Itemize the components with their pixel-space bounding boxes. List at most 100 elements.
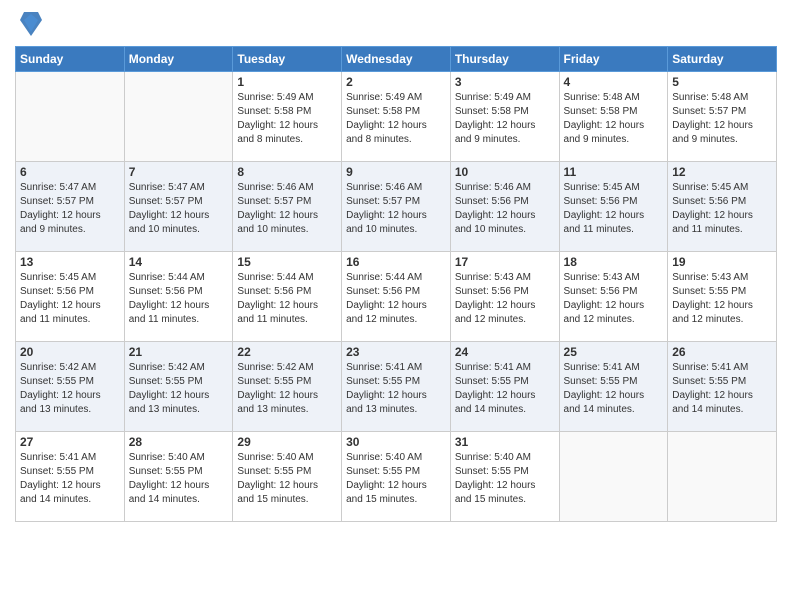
day-number: 20 <box>20 345 120 359</box>
day-info: Sunrise: 5:40 AMSunset: 5:55 PMDaylight:… <box>346 451 446 507</box>
day-number: 18 <box>564 255 664 269</box>
day-info: Sunrise: 5:44 AMSunset: 5:56 PMDaylight:… <box>346 271 446 327</box>
day-info: Sunrise: 5:41 AMSunset: 5:55 PMDaylight:… <box>672 361 772 417</box>
calendar-cell: 31Sunrise: 5:40 AMSunset: 5:55 PMDayligh… <box>450 432 559 522</box>
header-saturday: Saturday <box>668 47 777 72</box>
day-info: Sunrise: 5:41 AMSunset: 5:55 PMDaylight:… <box>455 361 555 417</box>
day-number: 30 <box>346 435 446 449</box>
day-number: 17 <box>455 255 555 269</box>
week-row-4: 20 Sunrise: 5:42 AMSunset: 5:55 PMDayligh… <box>16 342 777 432</box>
day-number: 3 <box>455 75 555 89</box>
calendar-cell: 22Sunrise: 5:42 AMSunset: 5:55 PMDayligh… <box>233 342 342 432</box>
calendar-cell: 26 Sunrise: 5:41 AMSunset: 5:55 PMDayligh… <box>668 342 777 432</box>
day-number: 31 <box>455 435 555 449</box>
day-info: Sunrise: 5:44 AMSunset: 5:56 PMDaylight:… <box>129 271 229 327</box>
day-number: 29 <box>237 435 337 449</box>
calendar-cell <box>668 432 777 522</box>
calendar-cell: 6 Sunrise: 5:47 AMSunset: 5:57 PMDaylight… <box>16 162 125 252</box>
day-number: 22 <box>237 345 337 359</box>
day-info: Sunrise: 5:49 AMSunset: 5:58 PMDaylight:… <box>346 91 446 147</box>
day-number: 14 <box>129 255 229 269</box>
day-number: 5 <box>672 75 772 89</box>
calendar-cell: 14 Sunrise: 5:44 AMSunset: 5:56 PMDayligh… <box>124 252 233 342</box>
calendar-cell: 16 Sunrise: 5:44 AMSunset: 5:56 PMDayligh… <box>342 252 451 342</box>
day-number: 12 <box>672 165 772 179</box>
calendar-cell: 11 Sunrise: 5:45 AMSunset: 5:56 PMDayligh… <box>559 162 668 252</box>
day-number: 6 <box>20 165 120 179</box>
calendar-cell: 1Sunrise: 5:49 AMSunset: 5:58 PMDaylight… <box>233 72 342 162</box>
day-info: Sunrise: 5:47 AMSunset: 5:57 PMDaylight:… <box>129 181 229 237</box>
day-number: 24 <box>455 345 555 359</box>
calendar-cell: 27 Sunrise: 5:41 AMSunset: 5:55 PMDayligh… <box>16 432 125 522</box>
day-info: Sunrise: 5:46 AMSunset: 5:56 PMDaylight:… <box>455 181 555 237</box>
day-info: Sunrise: 5:48 AMSunset: 5:58 PMDaylight:… <box>564 91 664 147</box>
day-info: Sunrise: 5:41 AMSunset: 5:55 PMDaylight:… <box>20 451 120 507</box>
day-number: 7 <box>129 165 229 179</box>
day-info: Sunrise: 5:43 AMSunset: 5:56 PMDaylight:… <box>455 271 555 327</box>
day-number: 9 <box>346 165 446 179</box>
calendar-cell: 18Sunrise: 5:43 AMSunset: 5:56 PMDayligh… <box>559 252 668 342</box>
day-number: 21 <box>129 345 229 359</box>
day-info: Sunrise: 5:46 AMSunset: 5:57 PMDaylight:… <box>346 181 446 237</box>
day-info: Sunrise: 5:46 AMSunset: 5:57 PMDaylight:… <box>237 181 337 237</box>
calendar-cell: 20 Sunrise: 5:42 AMSunset: 5:55 PMDayligh… <box>16 342 125 432</box>
day-info: Sunrise: 5:49 AMSunset: 5:58 PMDaylight:… <box>455 91 555 147</box>
header-friday: Friday <box>559 47 668 72</box>
calendar-cell: 13 Sunrise: 5:45 AMSunset: 5:56 PMDayligh… <box>16 252 125 342</box>
calendar-cell: 12 Sunrise: 5:45 AMSunset: 5:56 PMDayligh… <box>668 162 777 252</box>
week-row-2: 6 Sunrise: 5:47 AMSunset: 5:57 PMDaylight… <box>16 162 777 252</box>
day-info: Sunrise: 5:42 AMSunset: 5:55 PMDaylight:… <box>129 361 229 417</box>
day-info: Sunrise: 5:48 AMSunset: 5:57 PMDaylight:… <box>672 91 772 147</box>
day-info: Sunrise: 5:41 AMSunset: 5:55 PMDaylight:… <box>346 361 446 417</box>
day-number: 1 <box>237 75 337 89</box>
header-thursday: Thursday <box>450 47 559 72</box>
day-number: 2 <box>346 75 446 89</box>
header-monday: Monday <box>124 47 233 72</box>
day-number: 19 <box>672 255 772 269</box>
week-row-3: 13 Sunrise: 5:45 AMSunset: 5:56 PMDayligh… <box>16 252 777 342</box>
day-number: 10 <box>455 165 555 179</box>
calendar-cell <box>124 72 233 162</box>
day-number: 28 <box>129 435 229 449</box>
day-number: 4 <box>564 75 664 89</box>
header-tuesday: Tuesday <box>233 47 342 72</box>
calendar-cell: 4 Sunrise: 5:48 AMSunset: 5:58 PMDaylight… <box>559 72 668 162</box>
day-number: 26 <box>672 345 772 359</box>
day-info: Sunrise: 5:44 AMSunset: 5:56 PMDaylight:… <box>237 271 337 327</box>
week-row-5: 27 Sunrise: 5:41 AMSunset: 5:55 PMDayligh… <box>16 432 777 522</box>
calendar-cell <box>559 432 668 522</box>
day-info: Sunrise: 5:45 AMSunset: 5:56 PMDaylight:… <box>564 181 664 237</box>
calendar-cell: 7 Sunrise: 5:47 AMSunset: 5:57 PMDaylight… <box>124 162 233 252</box>
calendar-cell: 15 Sunrise: 5:44 AMSunset: 5:56 PMDayligh… <box>233 252 342 342</box>
day-info: Sunrise: 5:42 AMSunset: 5:55 PMDaylight:… <box>20 361 120 417</box>
calendar-cell: 2 Sunrise: 5:49 AMSunset: 5:58 PMDaylight… <box>342 72 451 162</box>
calendar-cell: 28 Sunrise: 5:40 AMSunset: 5:55 PMDayligh… <box>124 432 233 522</box>
day-number: 23 <box>346 345 446 359</box>
day-number: 11 <box>564 165 664 179</box>
logo <box>15 10 42 38</box>
day-info: Sunrise: 5:45 AMSunset: 5:56 PMDaylight:… <box>672 181 772 237</box>
header-wednesday: Wednesday <box>342 47 451 72</box>
day-info: Sunrise: 5:40 AMSunset: 5:55 PMDaylight:… <box>237 451 337 507</box>
calendar-cell: 3 Sunrise: 5:49 AMSunset: 5:58 PMDaylight… <box>450 72 559 162</box>
day-number: 15 <box>237 255 337 269</box>
calendar-cell: 19Sunrise: 5:43 AMSunset: 5:55 PMDayligh… <box>668 252 777 342</box>
calendar-header-row: SundayMondayTuesdayWednesdayThursdayFrid… <box>16 47 777 72</box>
calendar-cell: 29 Sunrise: 5:40 AMSunset: 5:55 PMDayligh… <box>233 432 342 522</box>
day-number: 27 <box>20 435 120 449</box>
calendar-cell: 9 Sunrise: 5:46 AMSunset: 5:57 PMDaylight… <box>342 162 451 252</box>
week-row-1: 1 Sunrise: 5:49 AMSunset: 5:58 PMDaylight… <box>16 72 777 162</box>
day-number: 13 <box>20 255 120 269</box>
calendar-cell: 30 Sunrise: 5:40 AMSunset: 5:55 PMDayligh… <box>342 432 451 522</box>
calendar-table: SundayMondayTuesdayWednesdayThursdayFrid… <box>15 46 777 522</box>
day-number: 16 <box>346 255 446 269</box>
day-info: Sunrise: 5:47 AMSunset: 5:57 PMDaylight:… <box>20 181 120 237</box>
day-info: Sunrise: 5:45 AMSunset: 5:56 PMDaylight:… <box>20 271 120 327</box>
calendar-cell: 21 Sunrise: 5:42 AMSunset: 5:55 PMDayligh… <box>124 342 233 432</box>
day-info: Sunrise: 5:41 AMSunset: 5:55 PMDaylight:… <box>564 361 664 417</box>
calendar-cell: 24 Sunrise: 5:41 AMSunset: 5:55 PMDayligh… <box>450 342 559 432</box>
calendar-cell: 5 Sunrise: 5:48 AMSunset: 5:57 PMDaylight… <box>668 72 777 162</box>
calendar-cell: 25Sunrise: 5:41 AMSunset: 5:55 PMDayligh… <box>559 342 668 432</box>
logo-icon <box>20 10 42 38</box>
day-info: Sunrise: 5:40 AMSunset: 5:55 PMDaylight:… <box>129 451 229 507</box>
